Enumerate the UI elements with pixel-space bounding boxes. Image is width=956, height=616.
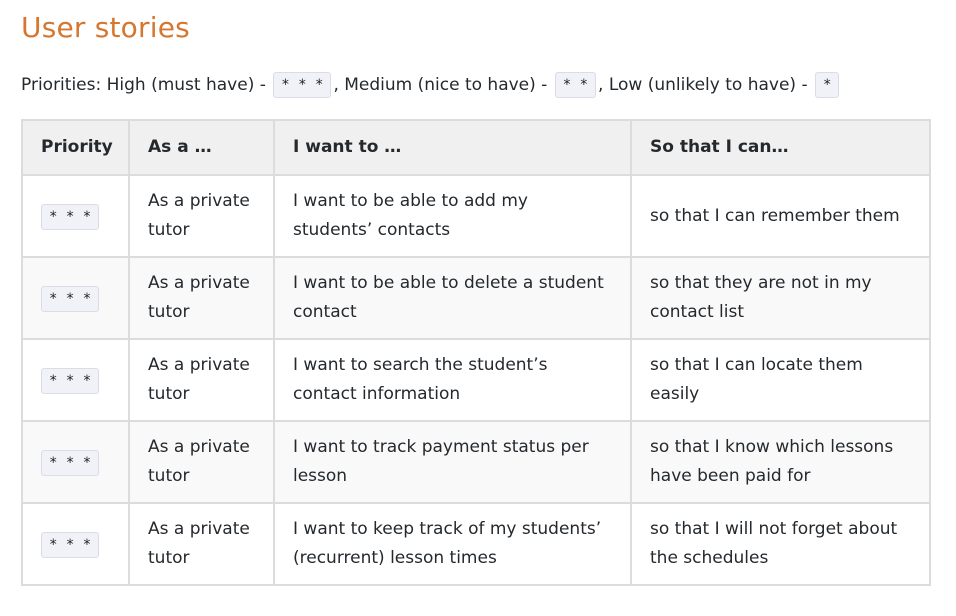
as-a-cell: As a private tutor [128,502,275,586]
priority-code-high: * * * [273,72,332,98]
so-that-cell: so that I can locate them easily [630,338,931,422]
priority-cell: * * * [21,256,130,340]
table-row: * * * As a private tutor I want to searc… [21,338,931,422]
table-header-row: Priority As a … I want to … So that I ca… [21,119,931,176]
header-as-a: As a … [128,119,275,176]
header-i-want-to: I want to … [273,119,632,176]
priority-cell: * * * [21,420,130,504]
as-a-cell: As a private tutor [128,256,275,340]
priority-code-medium: * * [554,72,597,98]
want-cell: I want to be able to delete a student co… [273,256,632,340]
so-that-cell: so that I can remember them [630,174,931,258]
header-priority: Priority [21,119,130,176]
priority-cell: * * * [21,338,130,422]
header-so-that: So that I can… [630,119,931,176]
want-cell: I want to track payment status per lesso… [273,420,632,504]
legend-prefix: Priorities: High (must have) - [21,75,266,95]
section-heading: User stories [21,11,190,44]
table-row: * * * As a private tutor I want to track… [21,420,931,504]
table-row: * * * As a private tutor I want to be ab… [21,174,931,258]
priority-legend: Priorities: High (must have) - * * *, Me… [21,70,841,100]
priority-code: * * * [41,449,100,476]
priority-code: * * * [41,203,100,230]
priority-code: * * * [41,531,100,558]
user-stories-table: Priority As a … I want to … So that I ca… [21,119,931,586]
priority-cell: * * * [21,502,130,586]
priority-cell: * * * [21,174,130,258]
table-row: * * * As a private tutor I want to be ab… [21,256,931,340]
want-cell: I want to search the student’s contact i… [273,338,632,422]
as-a-cell: As a private tutor [128,420,275,504]
priority-code: * * * [41,285,100,312]
priority-code: * * * [41,367,100,394]
want-cell: I want to be able to add my students’ co… [273,174,632,258]
legend-medium-label: , Medium (nice to have) - [333,75,548,95]
so-that-cell: so that they are not in my contact list [630,256,931,340]
priority-code-low: * [815,72,840,98]
legend-low-label: , Low (unlikely to have) - [598,75,808,95]
so-that-cell: so that I know which lessons have been p… [630,420,931,504]
as-a-cell: As a private tutor [128,338,275,422]
as-a-cell: As a private tutor [128,174,275,258]
want-cell: I want to keep track of my students’ (re… [273,502,632,586]
so-that-cell: so that I will not forget about the sche… [630,502,931,586]
table-row: * * * As a private tutor I want to keep … [21,502,931,586]
